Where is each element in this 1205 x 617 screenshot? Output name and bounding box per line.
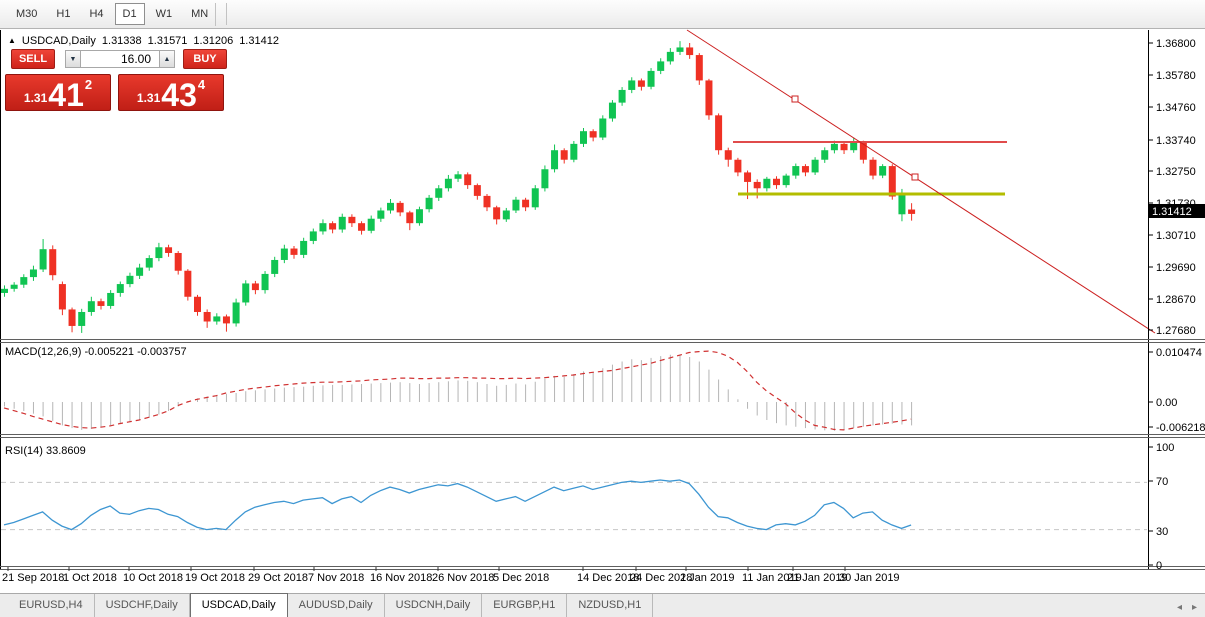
svg-text:19 Oct 2018: 19 Oct 2018 — [185, 572, 245, 584]
rsi-pane — [1, 480, 1147, 530]
tabs-scroll-left-icon[interactable]: ◂ — [1177, 602, 1182, 613]
svg-text:1.29690: 1.29690 — [1156, 262, 1196, 274]
svg-text:100: 100 — [1156, 442, 1174, 454]
tab-eurusd-h4[interactable]: EURUSD,H4 — [8, 594, 95, 617]
svg-text:0.010474: 0.010474 — [1156, 347, 1202, 359]
symbol-tab-bar: EURUSD,H4 USDCHF,Daily USDCAD,Daily AUDU… — [0, 593, 1205, 617]
tab-usdchf-daily[interactable]: USDCHF,Daily — [95, 594, 190, 617]
svg-text:1.32750: 1.32750 — [1156, 166, 1196, 178]
svg-text:21 Sep 2018: 21 Sep 2018 — [2, 572, 64, 584]
timeframe-w1[interactable]: W1 — [148, 3, 181, 25]
sell-price-big: 41 — [48, 82, 84, 108]
sell-price-sup: 2 — [85, 77, 92, 92]
rsi-line — [4, 480, 911, 530]
svg-text:1.28670: 1.28670 — [1156, 294, 1196, 306]
svg-text:1.27680: 1.27680 — [1156, 325, 1196, 337]
buy-price-prefix: 1.31 — [137, 91, 160, 105]
buy-button[interactable]: BUY — [183, 49, 227, 69]
svg-text:29 Oct 2018: 29 Oct 2018 — [248, 572, 308, 584]
svg-text:1 Oct 2018: 1 Oct 2018 — [63, 572, 117, 584]
svg-text:10 Oct 2018: 10 Oct 2018 — [123, 572, 183, 584]
sell-price-prefix: 1.31 — [24, 91, 47, 105]
tab-nzdusd-h1[interactable]: NZDUSD,H1 — [567, 594, 653, 617]
rsi-indicator-label: RSI(14) 33.8609 — [5, 445, 86, 457]
svg-text:1.34760: 1.34760 — [1156, 102, 1196, 114]
ohlc-low: 1.31206 — [193, 35, 233, 47]
svg-text:16 Nov 2018: 16 Nov 2018 — [370, 572, 432, 584]
tab-usdcnh-daily[interactable]: USDCNH,Daily — [385, 594, 483, 617]
macd-indicator-label: MACD(12,26,9) -0.005221 -0.003757 — [5, 346, 187, 358]
buy-price-panel[interactable]: 1.31 43 4 — [118, 74, 224, 111]
one-click-trading-widget: SELL ▼ 16.00 ▲ BUY 1.31 41 2 1.31 43 4 — [5, 49, 233, 111]
tab-usdcad-daily[interactable]: USDCAD,Daily — [190, 593, 288, 617]
svg-text:2 Jan 2019: 2 Jan 2019 — [680, 572, 734, 584]
price-axis[interactable]: 1.368001.357801.347601.337401.327501.317… — [1148, 38, 1205, 572]
svg-text:1.35780: 1.35780 — [1156, 70, 1196, 82]
sell-price-panel[interactable]: 1.31 41 2 — [5, 74, 111, 111]
timeframe-h1[interactable]: H1 — [48, 3, 78, 25]
timeframe-toolbar: M30 H1 H4 D1 W1 MN — [0, 0, 1205, 29]
toolbar-divider — [226, 3, 227, 25]
svg-text:1.36800: 1.36800 — [1156, 38, 1196, 50]
svg-text:26 Nov 2018: 26 Nov 2018 — [432, 572, 494, 584]
ohlc-high: 1.31571 — [148, 35, 188, 47]
svg-text:70: 70 — [1156, 476, 1168, 488]
symbol-period-label: USDCAD,Daily — [22, 35, 96, 47]
buy-price-big: 43 — [161, 82, 197, 108]
chart-header: ▲ USDCAD,Daily 1.31338 1.31571 1.31206 1… — [8, 35, 279, 47]
sell-button[interactable]: SELL — [11, 49, 55, 69]
svg-text:0: 0 — [1156, 560, 1162, 572]
svg-text:1.31412: 1.31412 — [1152, 206, 1192, 218]
svg-text:1.30710: 1.30710 — [1156, 230, 1196, 242]
trendline-anchor[interactable] — [792, 96, 798, 102]
tabs-scroll-right-icon[interactable]: ▸ — [1192, 602, 1197, 613]
svg-text:30 Jan 2019: 30 Jan 2019 — [839, 572, 900, 584]
svg-text:5 Dec 2018: 5 Dec 2018 — [493, 572, 549, 584]
buy-price-sup: 4 — [198, 77, 205, 92]
svg-text:-0.006218: -0.006218 — [1156, 422, 1205, 434]
svg-text:1.33740: 1.33740 — [1156, 135, 1196, 147]
timeframe-d1[interactable]: D1 — [115, 3, 145, 25]
volume-increase-button[interactable]: ▲ — [159, 50, 175, 68]
tab-audusd-daily[interactable]: AUDUSD,Daily — [288, 594, 385, 617]
macd-pane — [4, 351, 912, 431]
volume-decrease-button[interactable]: ▼ — [65, 50, 81, 68]
timeframe-mn[interactable]: MN — [183, 3, 216, 25]
svg-text:30: 30 — [1156, 526, 1168, 538]
tab-eurgbp-h1[interactable]: EURGBP,H1 — [482, 594, 567, 617]
volume-stepper: ▼ 16.00 ▲ — [65, 50, 175, 68]
ohlc-open: 1.31338 — [102, 35, 142, 47]
toolbar-divider — [215, 3, 216, 26]
svg-text:0.00: 0.00 — [1156, 397, 1177, 409]
collapse-triangle-icon[interactable]: ▲ — [8, 36, 16, 45]
ohlc-close: 1.31412 — [239, 35, 279, 47]
svg-text:7 Nov 2018: 7 Nov 2018 — [308, 572, 364, 584]
volume-input[interactable]: 16.00 — [81, 50, 159, 68]
trendline-anchor[interactable] — [912, 174, 918, 180]
timeframe-h4[interactable]: H4 — [81, 3, 111, 25]
timeframe-m30[interactable]: M30 — [8, 3, 45, 25]
